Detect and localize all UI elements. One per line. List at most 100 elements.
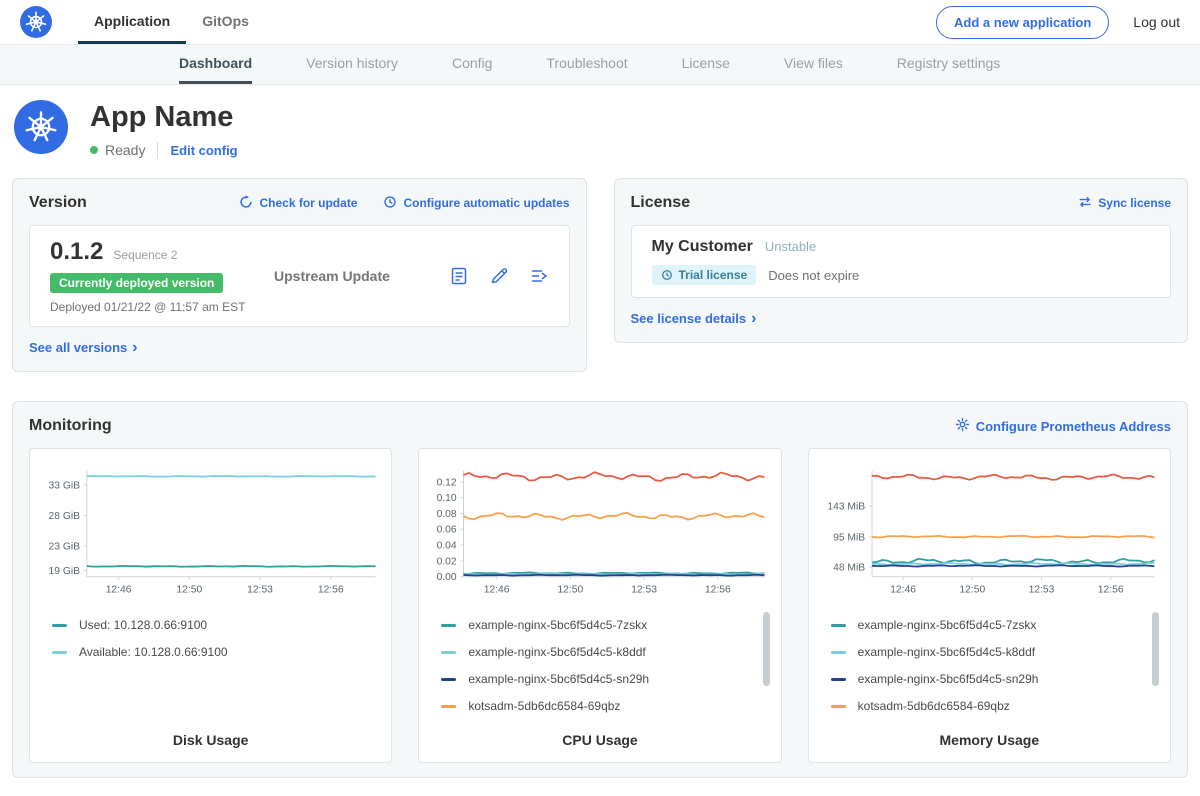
license-type-label: Trial license: [679, 268, 748, 282]
svg-text:12:46: 12:46: [890, 584, 916, 595]
version-number: 0.1.2: [50, 238, 103, 266]
divider: [157, 142, 158, 158]
legend-dash-icon: [441, 678, 456, 681]
configure-prometheus-link[interactable]: Configure Prometheus Address: [955, 417, 1171, 435]
svg-text:28 GiB: 28 GiB: [49, 511, 81, 522]
chart-legend: example-nginx-5bc6f5d4c5-7zskx example-ng…: [817, 608, 1162, 726]
tab-gitops[interactable]: GitOps: [186, 0, 265, 44]
see-all-versions-link[interactable]: See all versions ›: [29, 340, 138, 355]
legend-item-used-10-128-0-66-9100: Used: 10.128.0.66:9100: [52, 618, 365, 632]
legend-item-kotsadm-5db6dc6584-69qbz: kotsadm-5db6dc6584-69qbz: [831, 699, 1144, 713]
legend-label: example-nginx-5bc6f5d4c5-k8ddf: [468, 645, 645, 659]
legend-label: example-nginx-5bc6f5d4c5-sn29h: [858, 672, 1039, 686]
svg-text:0.12: 0.12: [437, 477, 457, 488]
legend-dash-icon: [441, 705, 456, 708]
legend-label: kotsadm-5db6dc6584-69qbz: [468, 699, 620, 713]
legend-dash-icon: [831, 624, 846, 627]
subnav-tab-view-files[interactable]: View files: [784, 45, 843, 84]
legend-item-example-nginx-5bc6f5d4c5-k8ddf: example-nginx-5bc6f5d4c5-k8ddf: [831, 645, 1144, 659]
subnav-tab-registry-settings[interactable]: Registry settings: [897, 45, 1000, 84]
license-card-title: License: [631, 194, 691, 212]
legend-scrollbar[interactable]: [1152, 612, 1159, 686]
chart-card-memory-usage: 48 MiB95 MiB143 MiB12:4612:5012:5312:56e…: [808, 448, 1171, 763]
chart-card-disk-usage: 19 GiB23 GiB28 GiB33 GiB12:4612:5012:531…: [29, 448, 392, 763]
svg-text:48 MiB: 48 MiB: [833, 563, 865, 574]
app-header: App Name Ready Edit config: [0, 85, 1200, 174]
subnav-tab-troubleshoot[interactable]: Troubleshoot: [546, 45, 627, 84]
legend-label: example-nginx-5bc6f5d4c5-k8ddf: [858, 645, 1035, 659]
chart-memory-usage: 48 MiB95 MiB143 MiB12:4612:5012:5312:56: [817, 461, 1162, 608]
svg-text:12:50: 12:50: [558, 584, 584, 595]
status-dot: [90, 146, 98, 154]
monitoring-title: Monitoring: [29, 417, 112, 435]
legend-label: Used: 10.128.0.66:9100: [79, 618, 207, 632]
tab-application[interactable]: Application: [78, 0, 186, 44]
subnav-tab-license[interactable]: License: [682, 45, 730, 84]
chevron-right-icon: ›: [751, 313, 756, 325]
check-for-update-link[interactable]: Check for update: [239, 195, 357, 212]
svg-text:95 MiB: 95 MiB: [833, 532, 865, 543]
sync-icon: [1078, 195, 1092, 212]
charts-row: 19 GiB23 GiB28 GiB33 GiB12:4612:5012:531…: [29, 448, 1171, 763]
svg-text:12:46: 12:46: [106, 584, 132, 595]
legend-item-example-nginx-5bc6f5d4c5-7zskx: example-nginx-5bc6f5d4c5-7zskx: [441, 618, 754, 632]
svg-text:12:46: 12:46: [484, 584, 510, 595]
version-card: Version Check for update Configure autom…: [12, 178, 587, 372]
legend-dash-icon: [441, 651, 456, 654]
sync-license-label: Sync license: [1098, 196, 1171, 210]
license-box: My Customer Unstable Trial license Does …: [631, 225, 1172, 298]
svg-text:33 GiB: 33 GiB: [49, 480, 81, 491]
legend-scrollbar[interactable]: [763, 612, 770, 686]
edit-config-link[interactable]: Edit config: [170, 143, 237, 158]
chart-legend: Used: 10.128.0.66:9100Available: 10.128.…: [38, 608, 383, 726]
current-version-box: 0.1.2 Sequence 2 Currently deployed vers…: [29, 225, 570, 327]
version-card-title: Version: [29, 194, 87, 212]
chart-cpu-usage: 0.000.020.040.060.080.100.1212:4612:5012…: [427, 461, 772, 608]
clock-icon: [661, 269, 673, 281]
svg-text:12:50: 12:50: [959, 584, 985, 595]
page-title: App Name: [90, 100, 238, 134]
legend-dash-icon: [52, 624, 67, 627]
svg-text:0.00: 0.00: [437, 572, 457, 583]
svg-text:12:50: 12:50: [176, 584, 202, 595]
see-license-details-link[interactable]: See license details ›: [631, 311, 757, 326]
license-card: License Sync license My Customer Unstabl…: [614, 178, 1189, 343]
svg-text:12:56: 12:56: [318, 584, 344, 595]
legend-dash-icon: [441, 624, 456, 627]
see-all-versions-label: See all versions: [29, 340, 127, 355]
diff-icon[interactable]: [529, 266, 549, 286]
kubernetes-logo-icon: [20, 6, 52, 38]
release-notes-icon[interactable]: [449, 266, 469, 286]
svg-text:12:53: 12:53: [1028, 584, 1054, 595]
svg-text:0.10: 0.10: [437, 493, 457, 504]
subnav-tab-config[interactable]: Config: [452, 45, 492, 84]
svg-text:0.08: 0.08: [437, 509, 457, 520]
legend-label: kotsadm-5db6dc6584-69qbz: [858, 699, 1010, 713]
legend-label: example-nginx-5bc6f5d4c5-sn29h: [468, 672, 649, 686]
schedule-icon: [383, 195, 397, 212]
legend-item-example-nginx-5bc6f5d4c5-sn29h: example-nginx-5bc6f5d4c5-sn29h: [441, 672, 754, 686]
svg-text:12:56: 12:56: [705, 584, 731, 595]
add-application-button[interactable]: Add a new application: [936, 6, 1109, 39]
monitoring-card: Monitoring Configure Prometheus Address …: [12, 401, 1188, 778]
chart-title-memory-usage: Memory Usage: [817, 732, 1162, 748]
license-type-badge: Trial license: [652, 265, 757, 285]
svg-text:19 GiB: 19 GiB: [49, 566, 81, 577]
svg-text:143 MiB: 143 MiB: [827, 502, 865, 513]
config-icon[interactable]: [489, 266, 509, 286]
subnav-tab-version-history[interactable]: Version history: [306, 45, 398, 84]
app-icon: [14, 100, 68, 154]
legend-item-example-nginx-5bc6f5d4c5-k8ddf: example-nginx-5bc6f5d4c5-k8ddf: [441, 645, 754, 659]
sequence-label: Sequence 2: [113, 248, 177, 262]
top-tabs: Application GitOps: [78, 0, 265, 44]
subnav-tab-dashboard[interactable]: Dashboard: [179, 45, 252, 84]
configure-automatic-updates-link[interactable]: Configure automatic updates: [383, 195, 569, 212]
deployed-timestamp: Deployed 01/21/22 @ 11:57 am EST: [50, 300, 245, 314]
logout-link[interactable]: Log out: [1133, 14, 1180, 30]
legend-item-example-nginx-5bc6f5d4c5-7zskx: example-nginx-5bc6f5d4c5-7zskx: [831, 618, 1144, 632]
chart-legend: example-nginx-5bc6f5d4c5-7zskx example-ng…: [427, 608, 772, 726]
svg-text:12:53: 12:53: [247, 584, 273, 595]
legend-dash-icon: [831, 705, 846, 708]
sync-license-link[interactable]: Sync license: [1078, 195, 1171, 212]
status-text: Ready: [105, 142, 145, 158]
